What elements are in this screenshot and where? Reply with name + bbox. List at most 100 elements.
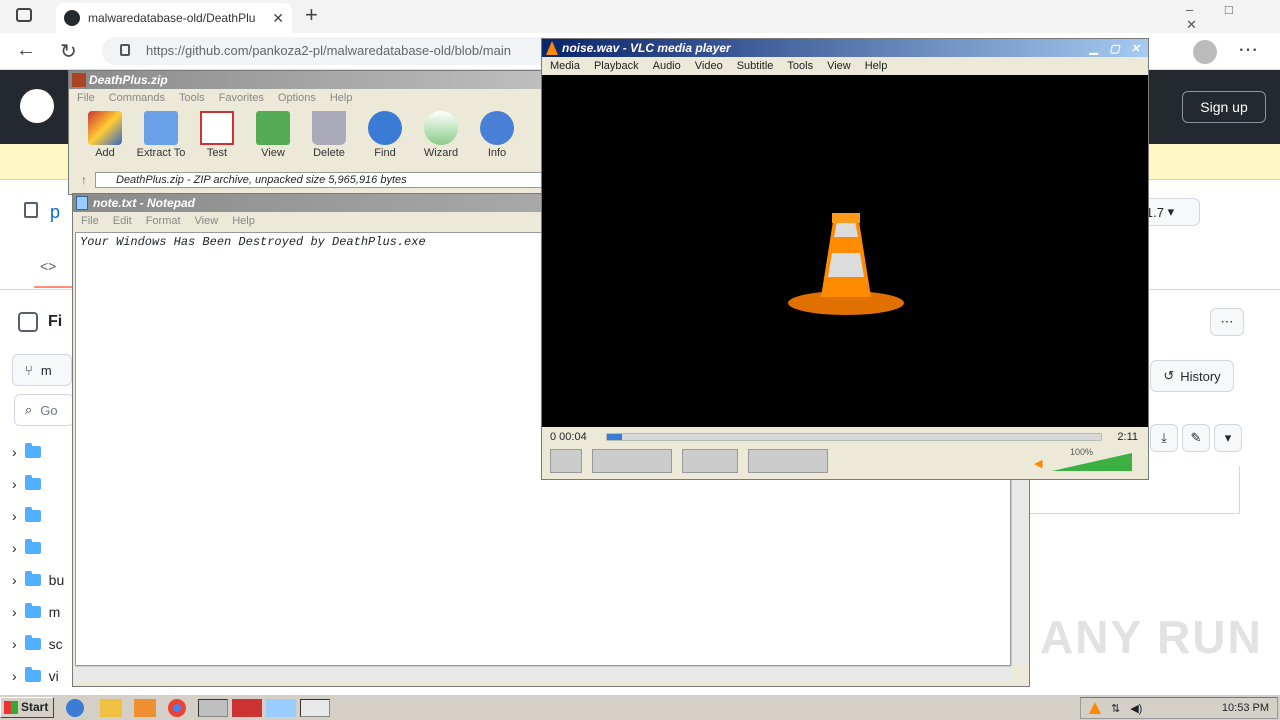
refresh-icon[interactable]: ↻	[60, 39, 77, 64]
winrar-path-bar: ↑ DeathPlus.zip - ZIP archive, unpacked …	[69, 171, 557, 189]
media-player-icon[interactable]	[134, 699, 156, 717]
delete-button[interactable]: Delete	[301, 111, 357, 167]
horizontal-scrollbar[interactable]	[75, 666, 1011, 682]
vlc-cone-icon	[546, 41, 558, 55]
menu-item[interactable]: Audio	[653, 60, 681, 72]
menu-item[interactable]: Format	[146, 215, 181, 227]
close-tab-icon[interactable]: ✕	[272, 10, 284, 27]
download-icon[interactable]: ⤓	[1150, 424, 1178, 452]
code-tab[interactable]: <>	[40, 258, 56, 274]
history-icon: ↺	[1163, 368, 1175, 383]
history-button[interactable]: ↺ History	[1150, 360, 1234, 392]
menu-item[interactable]: File	[81, 215, 99, 227]
edge-taskbar-button[interactable]	[198, 699, 228, 717]
chevron-down-icon[interactable]: ▾	[1214, 424, 1242, 452]
menu-item[interactable]: Options	[278, 92, 316, 104]
info-button[interactable]: Info	[469, 111, 525, 167]
menu-item[interactable]: Playback	[594, 60, 639, 72]
window-buttons[interactable]: ▁ ▢ ✕	[1090, 40, 1144, 57]
more-options-button[interactable]: ⋯	[1210, 308, 1244, 336]
vlc-video-area[interactable]	[542, 75, 1148, 427]
find-button[interactable]: Find	[357, 111, 413, 167]
tree-item[interactable]: ›	[12, 468, 76, 500]
folder-icon	[24, 603, 41, 618]
view-button[interactable]: View	[245, 111, 301, 167]
menu-item[interactable]: Tools	[787, 60, 813, 72]
search-icon: ⌕	[25, 402, 33, 417]
new-tab-button[interactable]: +	[305, 2, 318, 28]
menu-item[interactable]: View	[195, 215, 219, 227]
winrar-taskbar-button[interactable]	[232, 699, 262, 717]
network-icon[interactable]: ⇅	[1111, 702, 1120, 715]
tree-item[interactable]: ›	[12, 500, 76, 532]
tree-item[interactable]: › m	[12, 596, 76, 628]
extract-to-button[interactable]: Extract To	[133, 111, 189, 167]
browser-tab[interactable]: malwaredatabase-old/DeathPlu ✕	[56, 3, 292, 33]
folder-icon	[24, 507, 41, 522]
menu-item[interactable]: Commands	[109, 92, 165, 104]
notepad-taskbar-button[interactable]	[266, 699, 296, 717]
start-button[interactable]: Start	[0, 697, 54, 718]
windows-logo-icon	[4, 701, 18, 714]
winrar-window: DeathPlus.zip File Commands Tools Favori…	[68, 70, 558, 195]
profile-icon[interactable]	[1193, 40, 1217, 64]
menu-item[interactable]: Media	[550, 60, 580, 72]
menu-item[interactable]: File	[77, 92, 95, 104]
winrar-titlebar[interactable]: DeathPlus.zip	[69, 71, 557, 89]
tree-item[interactable]: ›	[12, 532, 76, 564]
tree-item[interactable]: › bu	[12, 564, 76, 596]
chevron-right-icon: ›	[12, 444, 17, 460]
github-logo-icon[interactable]	[20, 89, 54, 123]
vlc-titlebar[interactable]: noise.wav - VLC media player ▁ ▢ ✕	[542, 39, 1148, 57]
volume-tray-icon[interactable]: ◀)	[1130, 702, 1142, 715]
menu-item[interactable]: Favorites	[219, 92, 264, 104]
tab-title: malwaredatabase-old/DeathPlu	[88, 11, 256, 25]
winrar-app-icon	[72, 73, 86, 87]
menu-item[interactable]: Help	[865, 60, 888, 72]
explorer-icon[interactable]	[100, 699, 122, 717]
volume-control[interactable]: ◀ 100%	[1034, 447, 1134, 473]
tree-item[interactable]: ›	[12, 436, 76, 468]
seek-bar[interactable]	[606, 433, 1102, 441]
sidebar-toggle-icon[interactable]	[18, 312, 38, 332]
menu-item[interactable]: Tools	[179, 92, 205, 104]
menu-item[interactable]: Video	[695, 60, 723, 72]
up-arrow-icon[interactable]: ↑	[81, 173, 87, 187]
add-button[interactable]: Add	[77, 111, 133, 167]
tree-item[interactable]: › vi	[12, 660, 76, 692]
archive-path: DeathPlus.zip - ZIP archive, unpacked si…	[95, 172, 557, 188]
menu-icon[interactable]: ⋯	[1238, 37, 1258, 62]
wizard-icon	[424, 111, 458, 145]
ie-icon[interactable]	[66, 699, 84, 717]
chevron-right-icon: ›	[12, 668, 17, 684]
vlc-taskbar-button[interactable]	[300, 699, 330, 717]
files-panel-header: Fi	[18, 312, 62, 332]
github-icon	[64, 10, 80, 26]
repo-owner-link[interactable]: p	[50, 202, 60, 223]
fullscreen-button[interactable]	[682, 449, 738, 473]
playlist-buttons[interactable]	[748, 449, 828, 473]
tree-item[interactable]: › sc	[12, 628, 76, 660]
vlc-tray-icon[interactable]	[1089, 702, 1101, 714]
vlc-controls: 0 00:04 2:11 ◀ 100%	[542, 427, 1148, 479]
branch-selector[interactable]: ⑂ m	[12, 354, 72, 386]
menu-item[interactable]: View	[827, 60, 851, 72]
folder-icon	[24, 571, 41, 586]
menu-item[interactable]: Help	[232, 215, 255, 227]
wizard-button[interactable]: Wizard	[413, 111, 469, 167]
menu-item[interactable]: Help	[330, 92, 353, 104]
file-search-input[interactable]: ⌕ Go	[14, 394, 74, 426]
play-button[interactable]	[550, 449, 582, 473]
prev-next-buttons[interactable]	[592, 449, 672, 473]
chrome-icon[interactable]	[168, 699, 186, 717]
signup-button[interactable]: Sign up	[1182, 91, 1266, 123]
back-icon[interactable]: ←	[16, 39, 36, 62]
tab-actions-icon[interactable]	[16, 8, 32, 22]
menu-item[interactable]: Edit	[113, 215, 132, 227]
menu-item[interactable]: Subtitle	[737, 60, 774, 72]
chevron-right-icon: ›	[12, 572, 17, 588]
test-button[interactable]: Test	[189, 111, 245, 167]
edit-icon[interactable]: ✎	[1182, 424, 1210, 452]
url-input[interactable]: https://github.com/pankoza2-pl/malwareda…	[102, 37, 562, 65]
book-icon	[256, 111, 290, 145]
